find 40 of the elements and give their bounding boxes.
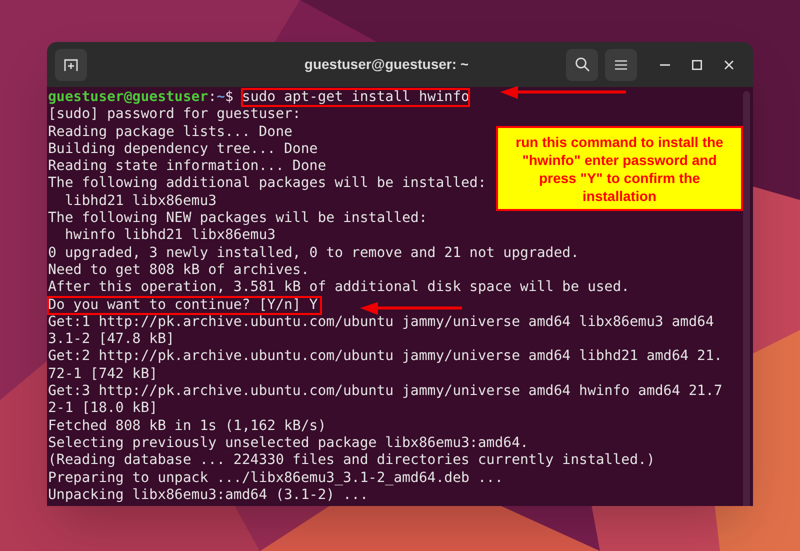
- close-icon: [724, 60, 734, 70]
- prompt-separator: :: [208, 89, 217, 106]
- menu-button[interactable]: [605, 48, 637, 80]
- menu-icon: [615, 60, 627, 70]
- output-line: libhd21 libx86emu3: [64, 192, 217, 210]
- output-line: hwinfo libhd21 libx86emu3: [64, 227, 276, 245]
- output-line: [sudo] password for guestuser:: [48, 106, 301, 124]
- output-line: Unpacking libx86emu3:amd64 (3.1-2) ...: [48, 486, 368, 504]
- prompt-symbol: $: [225, 89, 234, 106]
- new-tab-button[interactable]: [55, 48, 87, 80]
- command-text: sudo apt-get install hwinfo: [242, 89, 470, 106]
- output-line: Get:2 http://pk.archive.ubuntu.com/ubuntu jammy/universe amd64 libhd21 amd64 21.: [48, 348, 722, 366]
- output-line: 0 upgraded, 3 newly installed, 0 to remove and 21 not upgraded.: [48, 244, 580, 262]
- output-line: Reading state information... Done: [48, 158, 326, 176]
- output-line: Preparing to unpack .../libx86emu3_3.1-2_amd64.deb ...: [48, 470, 504, 487]
- new-tab-icon: [64, 58, 78, 72]
- callout-note: run this command to install the "hwinfo" enter password and press "Y" to confirm the installation: [496, 126, 743, 211]
- output-line: Selecting previously unselected package libx86emu3:amd64.: [48, 434, 528, 452]
- output-line: 72-1 [742 kB]: [48, 366, 158, 384]
- output-line: 3.1-2 [47.8 kB]: [48, 331, 174, 348]
- output-line: Fetched 808 kB in 1s (1,162 kB/s): [48, 418, 326, 435]
- output-line: Need to get 808 kB of archives.: [48, 262, 310, 280]
- output-line: (Reading database ... 224330 files and directories currently installed.): [48, 452, 655, 470]
- output-line: Do you want to continue? [Y/n] Y: [48, 296, 321, 314]
- output-line: Get:3 http://pk.archive.ubuntu.com/ubuntu jammy/universe amd64 hwinfo amd64 21.7: [48, 383, 722, 400]
- output-line: Get:1 http://pk.archive.ubuntu.com/ubuntu jammy/universe amd64 libx86emu3 amd64: [48, 314, 714, 332]
- prompt-path: ~: [216, 89, 226, 106]
- maximize-icon: [692, 60, 702, 70]
- output-line: 2-1 [18.0 kB]: [48, 400, 158, 418]
- output-line: After this operation, 3.581 kB of additional disk space will be used.: [48, 279, 630, 297]
- output-line: The following NEW packages will be installed:: [48, 210, 428, 228]
- output-line: Reading package lists... Done: [48, 124, 292, 141]
- prompt-user: guestuser@guestuser: [48, 89, 208, 106]
- window-title: guestuser@guestuser: ~: [304, 55, 469, 74]
- output-line: The following additional packages will be installed:: [48, 175, 486, 193]
- search-button[interactable]: [566, 48, 598, 80]
- minimize-icon: [660, 64, 670, 66]
- search-icon: [574, 57, 590, 72]
- scrollbar[interactable]: [743, 91, 750, 506]
- output-line: Building dependency tree... Done: [48, 140, 318, 158]
